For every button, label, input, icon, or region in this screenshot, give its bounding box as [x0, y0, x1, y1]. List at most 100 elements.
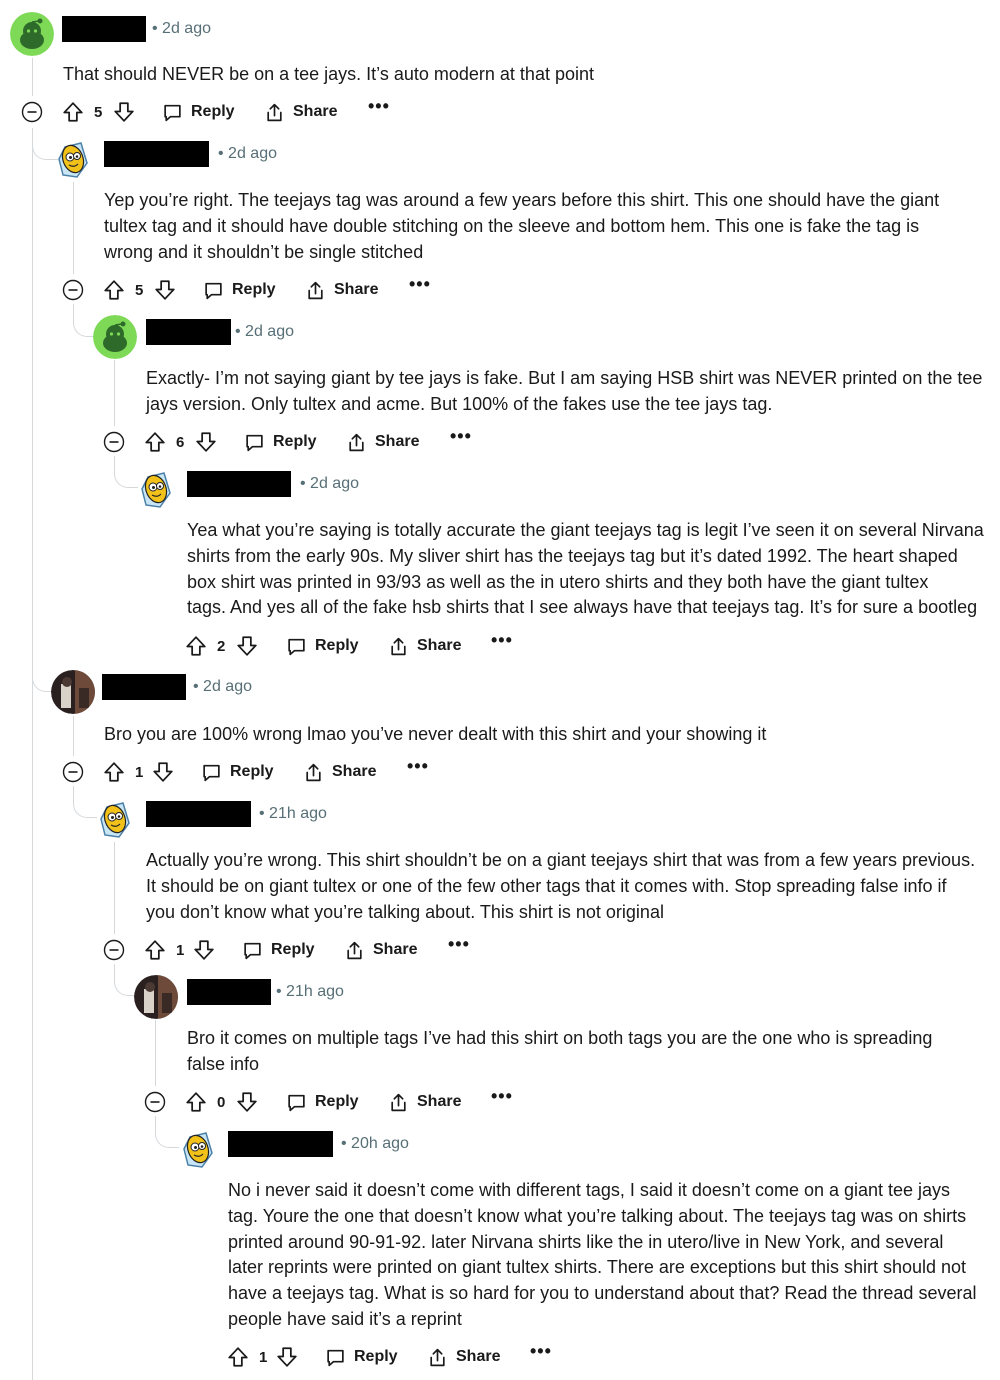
comment-actions: 5 Reply Share •••	[0, 97, 400, 127]
more-options-button[interactable]: •••	[368, 91, 390, 121]
corn-avatar-icon	[134, 467, 178, 511]
avatar[interactable]	[93, 797, 137, 841]
share-button[interactable]: Share	[344, 935, 417, 965]
vote-score: 2	[217, 637, 226, 655]
share-button[interactable]: Share	[303, 757, 376, 787]
downvote-icon	[152, 761, 174, 783]
collapse-button[interactable]	[144, 1087, 166, 1117]
avatar[interactable]	[51, 137, 95, 181]
comment-actions: 1 Reply Share •••	[0, 757, 440, 787]
share-icon	[427, 1347, 448, 1368]
more-options-button[interactable]: •••	[530, 1336, 552, 1366]
avatar[interactable]	[93, 315, 137, 359]
collapse-button[interactable]	[103, 935, 125, 965]
share-label: Share	[373, 941, 418, 958]
more-options-button[interactable]: •••	[407, 751, 429, 781]
comment-text: That should NEVER be on a tee jays. It’s…	[63, 64, 594, 84]
downvote-icon	[276, 1346, 298, 1368]
collapse-button[interactable]	[62, 275, 84, 305]
share-button[interactable]: Share	[388, 631, 461, 661]
downvote-button[interactable]	[276, 1342, 298, 1372]
redacted-username	[228, 1131, 333, 1157]
upvote-button[interactable]	[185, 1087, 207, 1117]
downvote-button[interactable]	[236, 1087, 258, 1117]
comment-text: Actually you’re wrong. This shirt should…	[146, 850, 976, 922]
upvote-button[interactable]	[103, 275, 125, 305]
reply-icon	[286, 1092, 307, 1113]
avatar[interactable]	[51, 670, 95, 714]
reply-button[interactable]: Reply	[325, 1342, 398, 1372]
upvote-button[interactable]	[144, 935, 166, 965]
comment-text: Yea what you’re saying is totally accura…	[187, 520, 984, 618]
reply-button[interactable]: Reply	[244, 427, 317, 457]
downvote-button[interactable]	[236, 631, 258, 661]
redacted-username	[104, 141, 209, 167]
downvote-button[interactable]	[113, 97, 135, 127]
collapse-button[interactable]	[62, 757, 84, 787]
redacted-username	[146, 801, 251, 827]
redacted-username	[62, 16, 146, 42]
avatar[interactable]	[176, 1127, 220, 1171]
upvote-icon	[103, 761, 125, 783]
reply-button[interactable]: Reply	[286, 631, 359, 661]
reply-icon	[325, 1347, 346, 1368]
more-options-button[interactable]: •••	[450, 421, 472, 451]
reply-button[interactable]: Reply	[286, 1087, 359, 1117]
vote-score: 1	[135, 763, 144, 781]
upvote-button[interactable]	[185, 631, 207, 661]
upvote-icon	[185, 635, 207, 657]
thread-line	[32, 58, 33, 96]
comment-actions: 0 Reply Share •••	[0, 1087, 520, 1117]
more-options-button[interactable]: •••	[491, 1081, 513, 1111]
share-icon	[344, 940, 365, 961]
downvote-button[interactable]	[193, 935, 215, 965]
comment-actions: 1 Reply Share •••	[0, 935, 480, 965]
reply-button[interactable]: Reply	[242, 935, 315, 965]
reply-button[interactable]: Reply	[203, 275, 276, 305]
reply-button[interactable]: Reply	[162, 97, 235, 127]
share-label: Share	[293, 103, 338, 120]
reply-icon	[244, 432, 265, 453]
collapse-icon	[103, 431, 125, 453]
more-options-button[interactable]: •••	[491, 625, 513, 655]
avatar[interactable]	[134, 975, 178, 1019]
collapse-icon	[62, 279, 84, 301]
comment-actions: 6 Reply Share •••	[0, 427, 480, 457]
downvote-button[interactable]	[154, 275, 176, 305]
collapse-icon	[21, 101, 43, 123]
upvote-icon	[144, 939, 166, 961]
share-button[interactable]: Share	[305, 275, 378, 305]
upvote-button[interactable]	[227, 1342, 249, 1372]
avatar[interactable]	[10, 12, 54, 56]
downvote-icon	[236, 635, 258, 657]
timestamp: • 21h ago	[259, 805, 327, 822]
share-button[interactable]: Share	[346, 427, 419, 457]
redacted-username	[187, 979, 271, 1005]
vote-score: 5	[94, 103, 103, 121]
share-label: Share	[456, 1348, 501, 1365]
timestamp: • 2d ago	[152, 20, 211, 37]
downvote-button[interactable]	[152, 757, 174, 787]
share-label: Share	[375, 433, 420, 450]
downvote-icon	[236, 1091, 258, 1113]
corn-avatar-icon	[93, 797, 137, 841]
collapse-button[interactable]	[103, 427, 125, 457]
avatar[interactable]	[134, 467, 178, 511]
upvote-button[interactable]	[103, 757, 125, 787]
upvote-button[interactable]	[144, 427, 166, 457]
reply-button[interactable]: Reply	[201, 757, 274, 787]
photo-avatar-icon	[51, 670, 95, 714]
more-options-button[interactable]: •••	[409, 269, 431, 299]
downvote-button[interactable]	[195, 427, 217, 457]
share-button[interactable]: Share	[388, 1087, 461, 1117]
reply-icon	[203, 280, 224, 301]
collapse-icon	[62, 761, 84, 783]
reply-icon	[201, 762, 222, 783]
collapse-button[interactable]	[21, 97, 43, 127]
share-button[interactable]: Share	[264, 97, 337, 127]
share-button[interactable]: Share	[427, 1342, 500, 1372]
thread-line	[73, 304, 74, 316]
upvote-button[interactable]	[62, 97, 84, 127]
share-label: Share	[417, 1093, 462, 1110]
more-options-button[interactable]: •••	[448, 929, 470, 959]
